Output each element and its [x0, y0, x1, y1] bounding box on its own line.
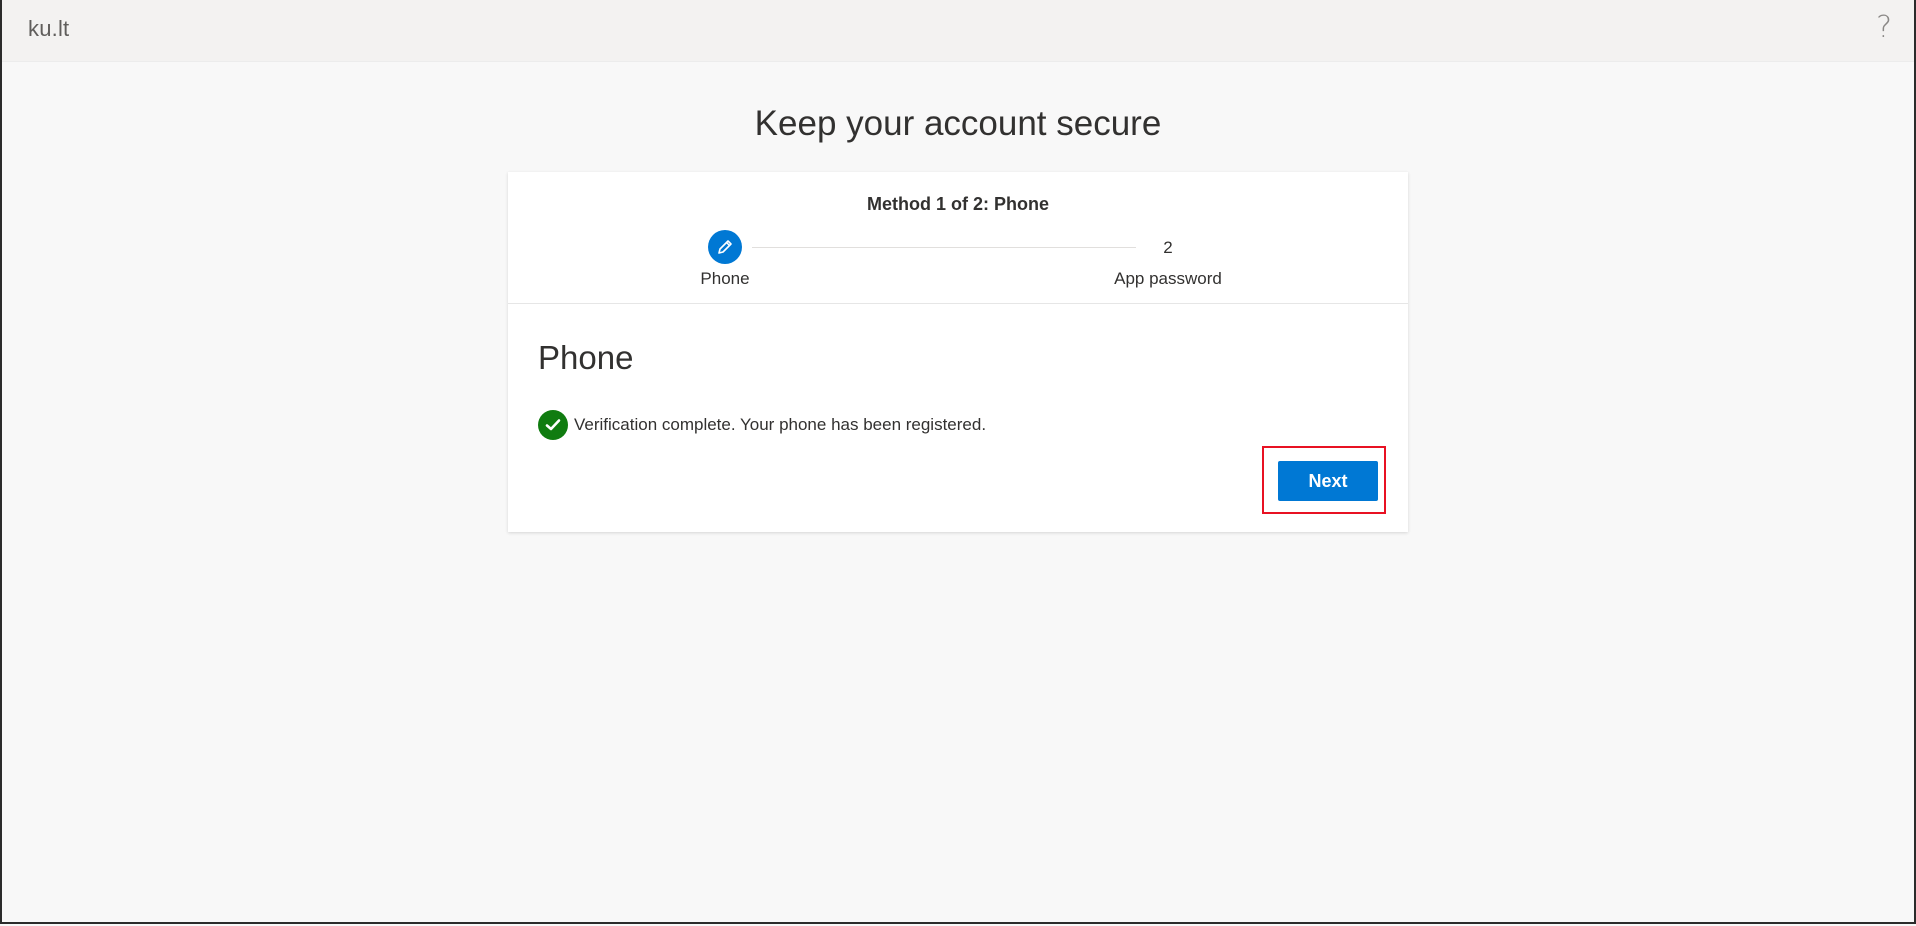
step-1-label: Phone — [700, 269, 750, 288]
setup-card: Method 1 of 2: Phone Phone 2 App passwor… — [508, 172, 1408, 532]
step-1-indicator — [708, 230, 742, 264]
help-icon[interactable]: ? — [1876, 10, 1892, 45]
step-2-number: 2 — [1163, 238, 1173, 257]
checkmark-circle-icon — [538, 410, 568, 440]
status-message: Verification complete. Your phone has be… — [574, 415, 987, 434]
progress-stepper: Method 1 of 2: Phone Phone 2 App passwor… — [508, 172, 1408, 304]
pencil-icon — [718, 240, 732, 254]
step-connector-line — [752, 247, 1136, 248]
step-2-label: App password — [1114, 269, 1222, 288]
page-title: Keep your account secure — [754, 104, 1162, 143]
brand-name: ku.lt — [28, 16, 70, 41]
section-title: Phone — [538, 339, 634, 376]
top-bar: ku.lt ? — [2, 0, 1914, 62]
next-button[interactable]: Next — [1278, 461, 1378, 501]
method-label: Method 1 of 2: Phone — [867, 194, 1049, 214]
